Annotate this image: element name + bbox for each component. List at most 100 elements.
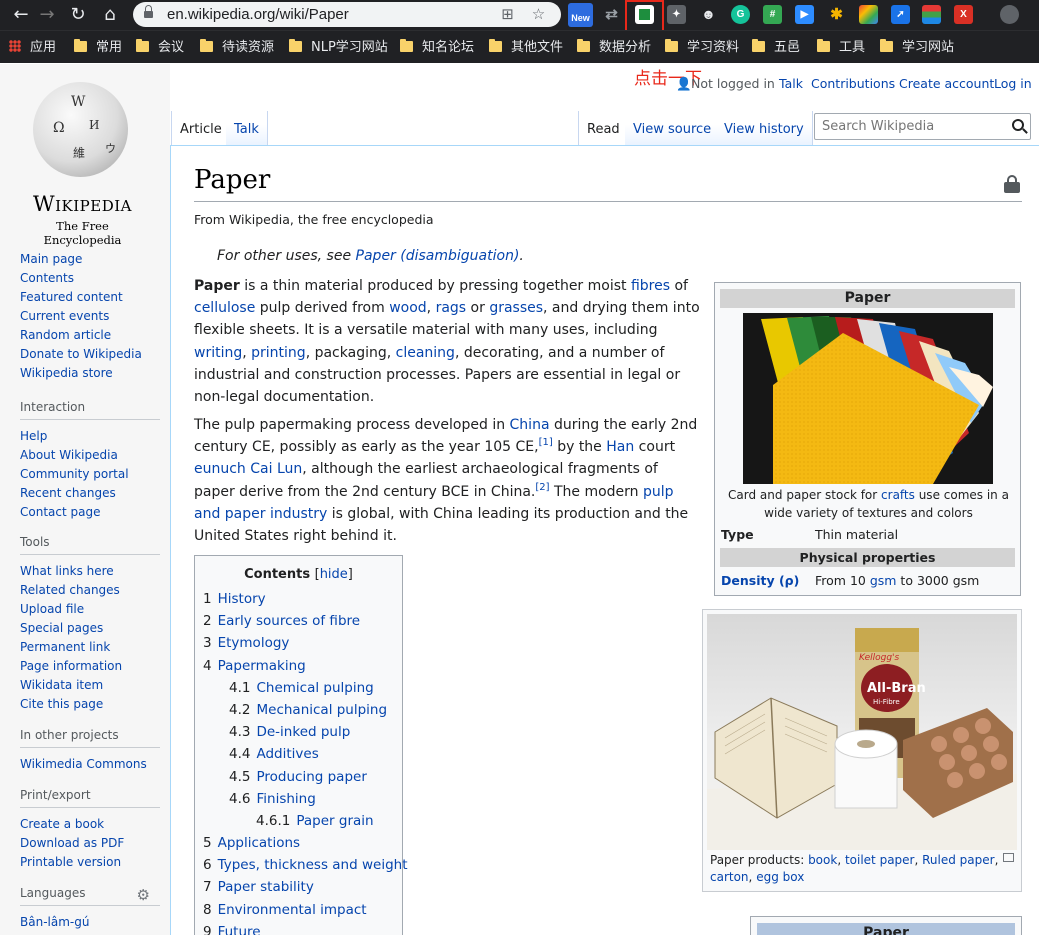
toc-item[interactable]: 9 Future <box>203 921 394 935</box>
toc-item[interactable]: 4.1 Chemical pulping <box>203 677 394 699</box>
toc-item[interactable]: 3 Etymology <box>203 632 394 654</box>
extension-bird-icon[interactable]: ✦ <box>667 5 686 24</box>
toc-item[interactable]: 4.6.1 Paper grain <box>203 810 394 832</box>
sidebar-item-special-pages[interactable]: Special pages <box>20 619 160 638</box>
extension-striped-icon[interactable] <box>922 5 941 24</box>
extension-asterisk-icon[interactable]: ✱ <box>827 5 846 24</box>
bookmark-folder[interactable]: 五邑 <box>752 39 800 57</box>
link-toilet-paper[interactable]: toilet paper <box>845 853 915 867</box>
toc-item[interactable]: 7 Paper stability <box>203 876 394 898</box>
sidebar-item-about[interactable]: About Wikipedia <box>20 446 160 465</box>
link-fibres[interactable]: fibres <box>631 278 670 294</box>
toc-item-link[interactable]: Applications <box>218 835 300 851</box>
sidebar-item-random-article[interactable]: Random article <box>20 326 160 345</box>
sidebar-item-printable-version[interactable]: Printable version <box>20 853 160 872</box>
tab-talk[interactable]: Talk <box>226 111 268 145</box>
toc-item-link[interactable]: Chemical pulping <box>256 680 373 696</box>
toc-item[interactable]: 4.4 Additives <box>203 743 394 765</box>
toc-item-link[interactable]: Future <box>218 924 261 935</box>
toc-item[interactable]: 2 Early sources of fibre <box>203 610 394 632</box>
toc-item[interactable]: 8 Environmental impact <box>203 899 394 921</box>
toc-item[interactable]: 1 History <box>203 588 394 610</box>
paper-products-image[interactable]: Kellogg's All-Bran Hi-Fibre <box>707 614 1017 850</box>
sidebar-item-page-information[interactable]: Page information <box>20 657 160 676</box>
link-gsm[interactable]: gsm <box>870 573 897 588</box>
toc-item[interactable]: 4.5 Producing paper <box>203 766 394 788</box>
bookmark-folder[interactable]: 学习资料 <box>665 39 739 57</box>
toc-item-link[interactable]: Etymology <box>218 635 290 651</box>
bookmark-folder[interactable]: 工具 <box>817 39 865 57</box>
sidebar-item-help[interactable]: Help <box>20 427 160 446</box>
link-cai-lun[interactable]: Cai Lun <box>250 461 302 477</box>
link-grasses[interactable]: grasses <box>489 300 543 316</box>
bookmark-folder[interactable]: 数据分析 <box>577 39 651 57</box>
toc-item-link[interactable]: History <box>218 591 266 607</box>
tab-read[interactable]: Read <box>578 111 629 145</box>
link-rags[interactable]: rags <box>436 300 467 316</box>
address-bar[interactable]: en.wikipedia.org/wiki/Paper ⊞ ☆ <box>133 2 561 27</box>
link-crafts[interactable]: crafts <box>881 488 915 502</box>
toc-item[interactable]: 4.6 Finishing <box>203 788 394 810</box>
home-icon[interactable]: ⌂ <box>98 3 122 27</box>
url-text[interactable]: en.wikipedia.org/wiki/Paper <box>167 6 349 23</box>
extension-colorful-icon[interactable] <box>859 5 878 24</box>
extension-arrows-icon[interactable]: ⇄ <box>602 5 621 24</box>
sidebar-item-main-page[interactable]: Main page <box>20 250 160 269</box>
disambiguation-link[interactable]: Paper (disambiguation) <box>356 248 520 264</box>
bookmark-folder[interactable]: NLP学习网站 <box>289 39 388 57</box>
link-density[interactable]: Density (ρ) <box>721 573 799 588</box>
link-egg-box[interactable]: egg box <box>756 870 804 884</box>
toc-item-link[interactable]: Early sources of fibre <box>218 613 360 629</box>
personal-talk-link[interactable]: Talk <box>779 76 803 91</box>
enlarge-icon[interactable] <box>1003 853 1014 862</box>
forward-icon[interactable]: → <box>35 3 59 27</box>
toc-item-link[interactable]: Types, thickness and weight <box>218 857 408 873</box>
link-china[interactable]: China <box>510 417 550 433</box>
sidebar-item-related-changes[interactable]: Related changes <box>20 581 160 600</box>
link-printing[interactable]: printing <box>251 345 306 361</box>
profile-avatar-icon[interactable] <box>1000 5 1019 24</box>
citation-1[interactable]: [1] <box>539 437 553 448</box>
grammarly-icon[interactable]: G <box>731 5 750 24</box>
search-input[interactable] <box>822 114 1007 139</box>
toc-item-link[interactable]: Producing paper <box>256 769 366 785</box>
toc-item[interactable]: 4.2 Mechanical pulping <box>203 699 394 721</box>
infobox-image[interactable] <box>743 313 993 484</box>
toc-item-link[interactable]: Paper grain <box>296 813 373 829</box>
create-account-link[interactable]: Create account <box>899 76 994 91</box>
toc-item-link[interactable]: De-inked pulp <box>256 724 350 740</box>
sidebar-item-what-links-here[interactable]: What links here <box>20 562 160 581</box>
wikipedia-logo[interactable]: W Ω И 維 ウ Wikipedia The Free Encyclopedi… <box>20 80 145 247</box>
bookmark-star-icon[interactable]: ☆ <box>530 6 547 23</box>
sidebar-item-wikidata-item[interactable]: Wikidata item <box>20 676 160 695</box>
gear-icon[interactable]: ⚙ <box>137 886 150 904</box>
extension-new-icon[interactable]: New <box>568 3 593 27</box>
toc-hide-link[interactable]: hide <box>320 567 348 582</box>
sidebar-item-donate[interactable]: Donate to Wikipedia <box>20 345 160 364</box>
protection-lock-icon[interactable] <box>1004 175 1020 193</box>
toc-item-link[interactable]: Additives <box>256 746 318 762</box>
citation-2[interactable]: [2] <box>535 482 549 493</box>
extension-grid-icon[interactable]: # <box>763 5 782 24</box>
sidebar-item-contact-page[interactable]: Contact page <box>20 503 160 522</box>
sidebar-item-current-events[interactable]: Current events <box>20 307 160 326</box>
sidebar-item-download-pdf[interactable]: Download as PDF <box>20 834 160 853</box>
tab-view-source[interactable]: View source <box>625 111 721 145</box>
link-cleaning[interactable]: cleaning <box>396 345 455 361</box>
link-writing[interactable]: writing <box>194 345 242 361</box>
toc-item[interactable]: 6 Types, thickness and weight <box>203 854 407 876</box>
toc-item-link[interactable]: Paper stability <box>218 879 314 895</box>
zoom-icon[interactable]: ▶ <box>795 5 814 24</box>
bookmark-folder[interactable]: 知名论坛 <box>400 39 474 57</box>
sidebar-item-store[interactable]: Wikipedia store <box>20 364 160 383</box>
toc-item[interactable]: 5 Applications <box>203 832 394 854</box>
sidebar-item-featured-content[interactable]: Featured content <box>20 288 160 307</box>
extension-x-icon[interactable]: X <box>954 5 973 24</box>
bookmark-folder[interactable]: 会议 <box>136 39 184 57</box>
sidebar-item-recent-changes[interactable]: Recent changes <box>20 484 160 503</box>
link-pulp-paper-industry[interactable]: pulp and paper industry <box>194 484 674 522</box>
bookmark-apps[interactable]: 应用 <box>9 39 56 57</box>
link-book[interactable]: book <box>808 853 837 867</box>
extension-mask-icon[interactable]: ☻ <box>699 5 718 24</box>
link-han[interactable]: Han <box>606 439 634 455</box>
